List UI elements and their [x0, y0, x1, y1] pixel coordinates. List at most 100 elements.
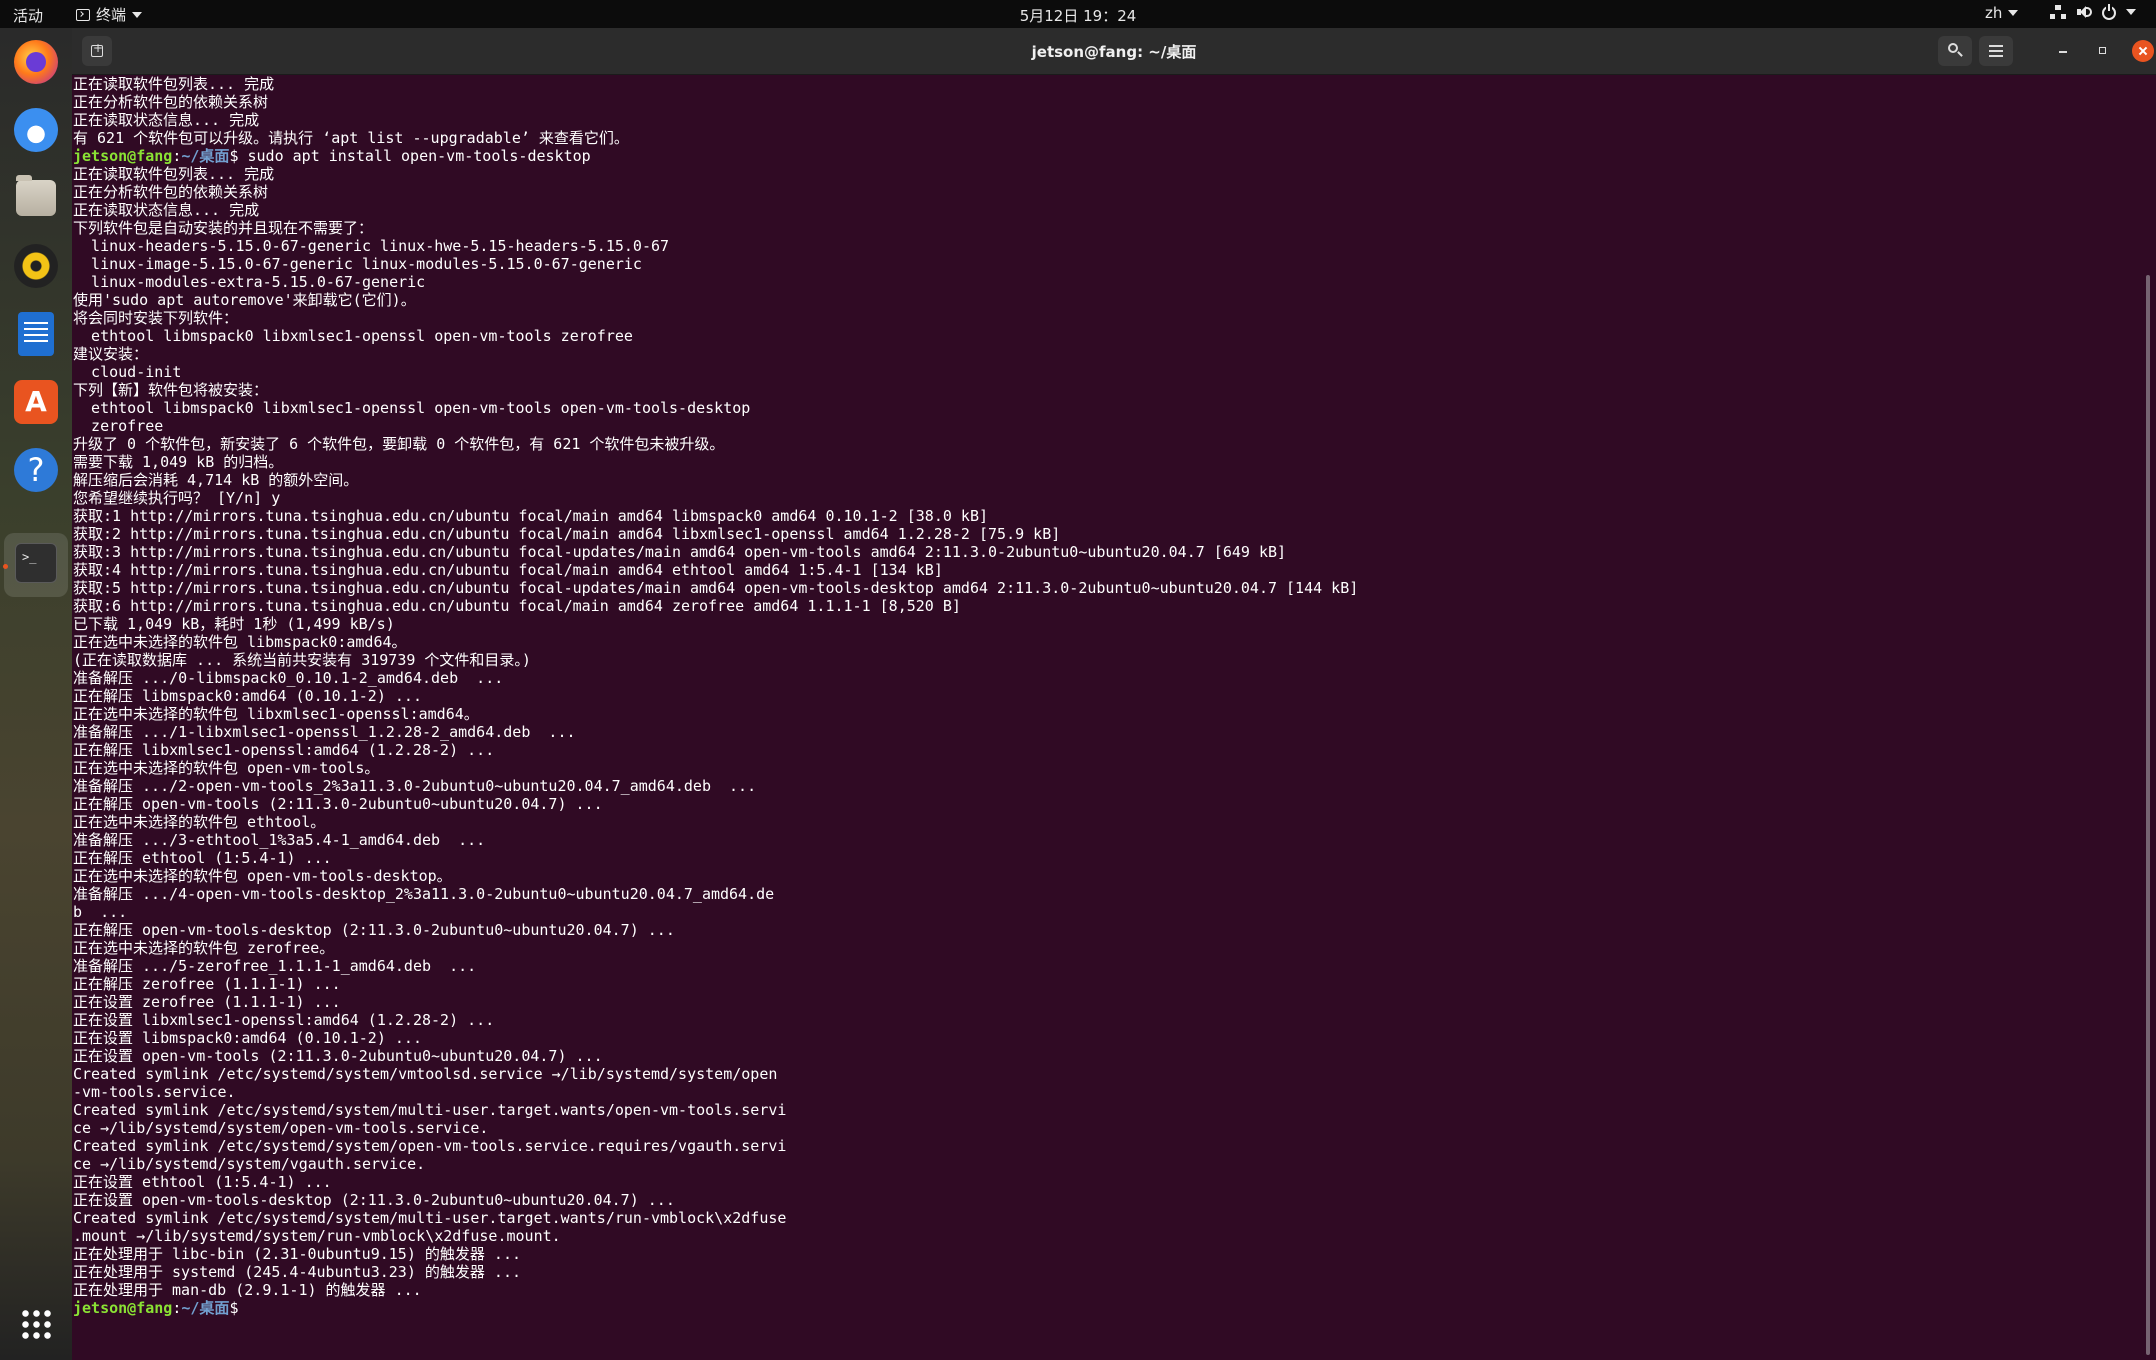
- terminal-line: 正在读取状态信息... 完成: [73, 201, 260, 219]
- terminal-line: 正在解压 ethtool (1:5.4-1) ...: [73, 849, 332, 867]
- hamburger-menu-button[interactable]: [1979, 36, 2013, 66]
- thunderbird-icon: [14, 108, 58, 152]
- running-indicator: [3, 564, 8, 569]
- terminal-line: 获取:3 http://mirrors.tuna.tsinghua.edu.cn…: [73, 543, 1287, 561]
- terminal-line: jetson@fang:~/桌面$: [73, 1299, 1358, 1317]
- libreoffice-writer-icon: [18, 312, 54, 356]
- dock: [0, 28, 72, 1360]
- scrollbar[interactable]: [2146, 275, 2150, 1355]
- dock-item-files[interactable]: [12, 174, 60, 222]
- terminal-line: 正在选中未选择的软件包 open-vm-tools-desktop。: [73, 867, 452, 885]
- activities-button[interactable]: 活动: [13, 5, 43, 26]
- dock-item-firefox[interactable]: [12, 38, 60, 86]
- app-menu-label: 终端: [96, 6, 127, 24]
- terminal-line: 正在分析软件包的依赖关系树: [73, 93, 269, 111]
- terminal-line: 正在设置 ethtool (1:5.4-1) ...: [73, 1173, 332, 1191]
- dock-item-terminal[interactable]: [12, 539, 60, 587]
- terminal-line: 正在设置 libmspack0:amd64 (0.10.1-2) ...: [73, 1029, 422, 1047]
- terminal-line: 正在选中未选择的软件包 libmspack0:amd64。: [73, 633, 407, 651]
- terminal-line: 获取:5 http://mirrors.tuna.tsinghua.edu.cn…: [73, 579, 1359, 597]
- terminal-line: 获取:4 http://mirrors.tuna.tsinghua.edu.cn…: [73, 561, 943, 579]
- terminal-line: 正在设置 open-vm-tools (2:11.3.0-2ubuntu0~ub…: [73, 1047, 603, 1065]
- power-icon: [2102, 3, 2116, 20]
- top-bar: 活动 终端 5月12日 19：24 zh: [0, 0, 2156, 28]
- minimize-button[interactable]: [2052, 40, 2074, 62]
- dock-item-thunderbird[interactable]: [12, 106, 60, 154]
- terminal-line: 正在解压 libxmlsec1-openssl:amd64 (1.2.28-2)…: [73, 741, 495, 759]
- terminal-line: 准备解压 .../4-open-vm-tools-desktop_2%3a11.…: [73, 885, 775, 903]
- terminal-line: ce →/lib/systemd/system/vgauth.service.: [73, 1155, 426, 1173]
- terminal-line: .mount →/lib/systemd/system/run-vmblock\…: [73, 1227, 561, 1245]
- terminal-headerbar: jetson@fang: ~/桌面: [72, 28, 2156, 75]
- terminal-line: 准备解压 .../0-libmspack0_0.10.1-2_amd64.deb…: [73, 669, 504, 687]
- terminal-line: Created symlink /etc/systemd/system/open…: [73, 1137, 787, 1155]
- terminal-line: 获取:6 http://mirrors.tuna.tsinghua.edu.cn…: [73, 597, 961, 615]
- terminal-line: 准备解压 .../5-zerofree_1.1.1-1_amd64.deb ..…: [73, 957, 477, 975]
- chevron-down-icon: [2126, 9, 2136, 15]
- terminal-line: 正在处理用于 man-db (2.9.1-1) 的触发器 ...: [73, 1281, 422, 1299]
- terminal-output: 正在读取软件包列表... 完成 正在分析软件包的依赖关系树 正在读取状态信息... …: [73, 75, 1358, 1317]
- terminal-line: 建议安装：: [73, 345, 149, 363]
- dock-item-rhythmbox[interactable]: [12, 242, 60, 290]
- files-icon: [16, 175, 56, 216]
- terminal-line: 正在选中未选择的软件包 ethtool。: [73, 813, 326, 831]
- terminal-line: 正在解压 open-vm-tools-desktop (2:11.3.0-2ub…: [73, 921, 675, 939]
- terminal-line: 正在设置 zerofree (1.1.1-1) ...: [73, 993, 341, 1011]
- command-text: $: [229, 1299, 239, 1317]
- dock-item-writer[interactable]: [12, 310, 60, 358]
- terminal-line: 下列软件包是自动安装的并且现在不需要了：: [73, 219, 374, 237]
- prompt-user: jetson@fang: [73, 147, 173, 165]
- chevron-down-icon: [2008, 10, 2019, 16]
- terminal-line: 将会同时安装下列软件：: [73, 309, 239, 327]
- terminal-line: ce →/lib/systemd/system/open-vm-tools.se…: [73, 1119, 489, 1137]
- input-method-menu[interactable]: zh: [1985, 4, 2019, 22]
- terminal-body[interactable]: 正在读取软件包列表... 完成 正在分析软件包的依赖关系树 正在读取状态信息... …: [72, 75, 2156, 1360]
- app-store-icon: [14, 380, 58, 424]
- terminal-line: Created symlink /etc/systemd/system/mult…: [73, 1101, 787, 1119]
- terminal-line: 正在解压 zerofree (1.1.1-1) ...: [73, 975, 341, 993]
- prompt-user: jetson@fang: [73, 1299, 173, 1317]
- prompt-path: ~/桌面: [181, 1299, 230, 1317]
- dock-item-help[interactable]: [12, 446, 60, 494]
- terminal-line: 有 621 个软件包可以升级。请执行 ‘apt list --upgradabl…: [73, 129, 629, 147]
- terminal-line: 正在解压 libmspack0:amd64 (0.10.1-2) ...: [73, 687, 422, 705]
- network-icon: [2050, 4, 2066, 20]
- terminal-line: 获取:2 http://mirrors.tuna.tsinghua.edu.cn…: [73, 525, 1061, 543]
- terminal-line: 正在读取状态信息... 完成: [73, 111, 260, 129]
- show-apps-grid-icon[interactable]: [20, 1308, 52, 1340]
- input-method-label: zh: [1985, 4, 2003, 22]
- terminal-line: 需要下载 1,049 kB 的归档。: [73, 453, 284, 471]
- terminal-line: 正在读取软件包列表... 完成: [73, 75, 275, 93]
- terminal-line: 您希望继续执行吗？ [Y/n] y: [73, 489, 281, 507]
- maximize-button[interactable]: [2092, 40, 2114, 62]
- terminal-line: 正在处理用于 libc-bin (2.31-0ubuntu9.15) 的触发器 …: [73, 1245, 522, 1263]
- terminal-line: linux-image-5.15.0-67-generic linux-modu…: [73, 255, 642, 273]
- dock-item-app-store[interactable]: [12, 378, 60, 426]
- terminal-line: 准备解压 .../2-open-vm-tools_2%3a11.3.0-2ubu…: [73, 777, 757, 795]
- terminal-icon: [15, 543, 57, 583]
- terminal-line: jetson@fang:~/桌面$ sudo apt install open-…: [73, 147, 591, 165]
- terminal-line: linux-modules-extra-5.15.0-67-generic: [73, 273, 426, 291]
- terminal-icon: [76, 8, 90, 21]
- chevron-down-icon: [132, 11, 143, 18]
- terminal-line: 正在选中未选择的软件包 zerofree。: [73, 939, 335, 957]
- prompt-path: ~/桌面: [181, 147, 230, 165]
- new-tab-button[interactable]: [82, 36, 112, 66]
- command-text: $ sudo apt install open-vm-tools-desktop: [229, 147, 591, 165]
- terminal-line: 准备解压 .../1-libxmlsec1-openssl_1.2.28-2_a…: [73, 723, 576, 741]
- system-menu[interactable]: [2050, 3, 2136, 20]
- search-button[interactable]: [1938, 36, 1972, 66]
- terminal-line: zerofree: [73, 417, 164, 435]
- terminal-line: ethtool libmspack0 libxmlsec1-openssl op…: [73, 399, 751, 417]
- terminal-line: 解压缩后会消耗 4,714 kB 的额外空间。: [73, 471, 359, 489]
- terminal-line: 正在设置 open-vm-tools-desktop (2:11.3.0-2ub…: [73, 1191, 675, 1209]
- app-menu[interactable]: 终端: [76, 4, 143, 25]
- terminal-line: cloud-init: [73, 363, 182, 381]
- close-button[interactable]: [2132, 40, 2154, 62]
- terminal-line: 升级了 0 个软件包，新安装了 6 个软件包，要卸载 0 个软件包，有 621 …: [73, 435, 725, 453]
- terminal-line: 正在设置 libxmlsec1-openssl:amd64 (1.2.28-2)…: [73, 1011, 495, 1029]
- text-cursor: [238, 1300, 247, 1316]
- terminal-line: 下列【新】软件包将被安装：: [73, 381, 269, 399]
- terminal-line: 正在处理用于 systemd (245.4-4ubuntu3.23) 的触发器 …: [73, 1263, 522, 1281]
- clock[interactable]: 5月12日 19：24: [1020, 7, 1137, 25]
